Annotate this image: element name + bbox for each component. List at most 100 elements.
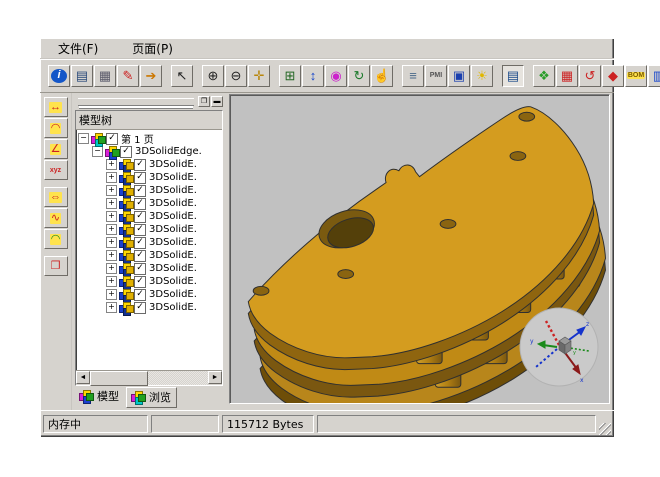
tree-content[interactable]: −✓第 1 页−✓3DSolidEdge.+✓3DSolidE.+✓3DSoli…	[76, 130, 222, 370]
zoom-dynamic-button[interactable]: ↕	[302, 65, 324, 87]
viewport-3d[interactable]: z x y y	[229, 94, 610, 404]
resize-grip[interactable]	[599, 423, 611, 435]
tree-expander-icon[interactable]: +	[106, 159, 117, 170]
visibility-checkbox[interactable]: ✓	[120, 146, 132, 158]
dim-area-button[interactable]: ◠	[44, 229, 68, 249]
dim-angle-icon: ∠	[50, 144, 62, 155]
redline-button[interactable]: ✎	[117, 65, 139, 87]
print-button[interactable]: ▦	[94, 65, 116, 87]
tree-expander-icon[interactable]: +	[106, 263, 117, 274]
zoom-in-button[interactable]: ⊕	[202, 65, 224, 87]
pmi-button[interactable]: PMI	[425, 65, 447, 87]
tree-hscrollbar[interactable]: ◄ ►	[76, 370, 222, 385]
zoom-out-button[interactable]: ⊖	[225, 65, 247, 87]
print-preview-icon: ▤	[76, 69, 88, 82]
dim-linear-button[interactable]: ↔	[44, 97, 68, 117]
tree-expander-icon[interactable]: +	[106, 172, 117, 183]
visibility-checkbox[interactable]: ✓	[134, 276, 146, 288]
eraser-button[interactable]: ◆	[602, 65, 624, 87]
scrollbar-thumb[interactable]	[90, 371, 148, 386]
visibility-checkbox[interactable]: ✓	[134, 224, 146, 236]
visibility-checkbox[interactable]: ✓	[134, 250, 146, 262]
panel-gripper[interactable]	[78, 98, 194, 106]
view-box-button[interactable]: ❒	[44, 256, 68, 276]
panel-hide-button[interactable]: ▬	[211, 96, 223, 107]
tree-expander-icon[interactable]: +	[106, 302, 117, 313]
tree-row[interactable]: +✓3DSolidE.	[78, 158, 222, 171]
report-table-button[interactable]: ▥	[648, 65, 660, 87]
tree-row[interactable]: + ✓3DSolidE.	[78, 236, 222, 249]
scroll-left-button[interactable]: ◄	[76, 371, 90, 384]
tree-row[interactable]: −✓第 1 页	[78, 132, 222, 145]
panel-header: ❐ ▬	[75, 95, 223, 108]
visibility-checkbox[interactable]: ✓	[134, 172, 146, 184]
tree-row[interactable]: +✓3DSolidE.	[78, 262, 222, 275]
tree-row[interactable]: +✓3DSolidE.	[78, 301, 222, 314]
solid-node-icon	[119, 276, 132, 288]
scroll-right-button[interactable]: ►	[208, 371, 222, 384]
visibility-checkbox[interactable]: ✓	[106, 133, 118, 145]
tree-row[interactable]: +✓3DSolidE.	[78, 275, 222, 288]
tab-model[interactable]: 模型	[75, 387, 124, 406]
status-field-doc-state: 内存中	[43, 415, 148, 433]
tree-expander-icon[interactable]: +	[106, 211, 117, 222]
visibility-checkbox[interactable]: ✓	[134, 237, 146, 249]
panel-float-button[interactable]: ❐	[198, 96, 210, 107]
layers-button[interactable]: ≡	[402, 65, 424, 87]
pan-hand-button[interactable]: ☝	[371, 65, 393, 87]
tree-row[interactable]: −✓3DSolidEdge.	[78, 145, 222, 158]
tree-expander-icon[interactable]: +	[106, 224, 117, 235]
export-button[interactable]: ➔	[140, 65, 162, 87]
visibility-checkbox[interactable]: ✓	[134, 185, 146, 197]
print-preview-button[interactable]: ▤	[71, 65, 93, 87]
model-tree-panel-button[interactable]: ▤	[502, 65, 524, 87]
pan-button[interactable]: ✛	[248, 65, 270, 87]
axis-triad[interactable]: z x y y	[517, 305, 601, 389]
dim-radius-button[interactable]: ◠	[44, 118, 68, 138]
tree-expander-icon[interactable]: +	[106, 276, 117, 287]
select-pointer-button[interactable]: ↖	[171, 65, 193, 87]
tree-row[interactable]: +✓3DSolidE.	[78, 171, 222, 184]
tree-row[interactable]: +✓3DSolidE.	[78, 223, 222, 236]
dim-distance-button[interactable]: ⇔	[44, 187, 68, 207]
tree-expander-icon[interactable]: +	[106, 237, 117, 248]
dim-curve-button[interactable]: ∿	[44, 208, 68, 228]
tree-row[interactable]: + ✓3DSolidE.	[78, 210, 222, 223]
tree-expander-icon[interactable]: +	[106, 250, 117, 261]
tree-node-label: 3DSolidE.	[149, 211, 197, 222]
tab-browse[interactable]: 浏览	[126, 387, 177, 408]
visibility-checkbox[interactable]: ✓	[134, 211, 146, 223]
menu-item-file[interactable]: 文件(F)	[54, 39, 102, 58]
model-tab-icon	[79, 390, 92, 402]
screen-capture-button[interactable]: ▦	[556, 65, 578, 87]
info-button[interactable]: i	[48, 65, 70, 87]
tree-node-label: 3DSolidE.	[149, 237, 197, 248]
menu-item-page[interactable]: 页面(P)	[128, 39, 177, 58]
visibility-checkbox[interactable]: ✓	[134, 302, 146, 314]
tree-expander-icon[interactable]: +	[106, 198, 117, 209]
tree-row[interactable]: +✓3DSolidE.	[78, 249, 222, 262]
rotate-center-button[interactable]: ◉	[325, 65, 347, 87]
assembly-explode-button[interactable]: ❖	[533, 65, 555, 87]
visibility-checkbox[interactable]: ✓	[134, 159, 146, 171]
tree-expander-icon[interactable]: −	[92, 146, 103, 157]
light-button[interactable]: ☀	[471, 65, 493, 87]
visibility-checkbox[interactable]: ✓	[134, 263, 146, 275]
tree-caption: 模型树	[76, 111, 222, 130]
rotate-button[interactable]: ↻	[348, 65, 370, 87]
tree-row[interactable]: +✓3DSolidE.	[78, 288, 222, 301]
scrollbar-track[interactable]	[90, 371, 208, 385]
tree-expander-icon[interactable]: +	[106, 289, 117, 300]
dim-coordinate-button[interactable]: xyz	[44, 160, 68, 180]
bom-button[interactable]: BOM	[625, 65, 647, 87]
tree-expander-icon[interactable]: +	[106, 185, 117, 196]
dim-angle-button[interactable]: ∠	[44, 139, 68, 159]
tree-row[interactable]: +✓3DSolidE.	[78, 184, 222, 197]
update-refresh-button[interactable]: ↺	[579, 65, 601, 87]
tree-row[interactable]: +✓3DSolidE.	[78, 197, 222, 210]
tree-expander-icon[interactable]: −	[78, 133, 89, 144]
zoom-window-button[interactable]: ⊞	[279, 65, 301, 87]
view-cube-button[interactable]: ▣	[448, 65, 470, 87]
visibility-checkbox[interactable]: ✓	[134, 289, 146, 301]
visibility-checkbox[interactable]: ✓	[134, 198, 146, 210]
